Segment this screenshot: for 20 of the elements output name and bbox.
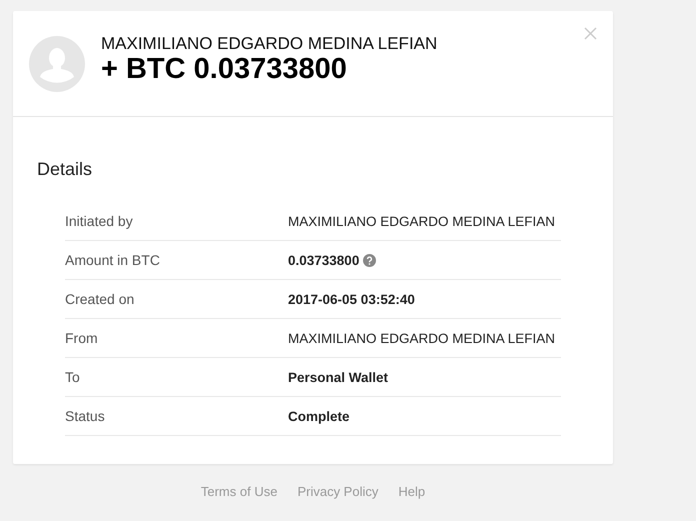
footer-link[interactable]: Terms of Use — [200, 484, 278, 499]
detail-label: Initiated by — [65, 213, 133, 229]
sender-name: MAXIMILIANO EDGARDO MEDINA LEFIAN — [101, 34, 438, 54]
detail-value: 0.03733800 — [288, 252, 360, 268]
detail-value: 2017-06-05 03:52:40 — [288, 292, 415, 306]
detail-value: Personal Wallet — [288, 370, 388, 384]
transaction-amount: + BTC 0.03733800 — [101, 54, 348, 86]
detail-label: Amount in BTC — [65, 252, 160, 268]
detail-value: MAXIMILIANO EDGARDO MEDINA LEFIAN — [288, 214, 556, 228]
avatar-icon — [29, 36, 85, 92]
section-title: Details — [37, 159, 92, 180]
footer-link[interactable]: Privacy Policy — [297, 484, 378, 499]
detail-value: MAXIMILIANO EDGARDO MEDINA LEFIAN — [288, 330, 556, 346]
detail-label: Status — [65, 408, 105, 424]
detail-label: To — [65, 369, 80, 385]
help-icon[interactable] — [363, 254, 376, 266]
footer-link[interactable]: Help — [398, 484, 426, 499]
detail-value: Complete — [288, 408, 350, 424]
detail-label: From — [65, 330, 98, 346]
detail-label: Created on — [65, 291, 134, 307]
